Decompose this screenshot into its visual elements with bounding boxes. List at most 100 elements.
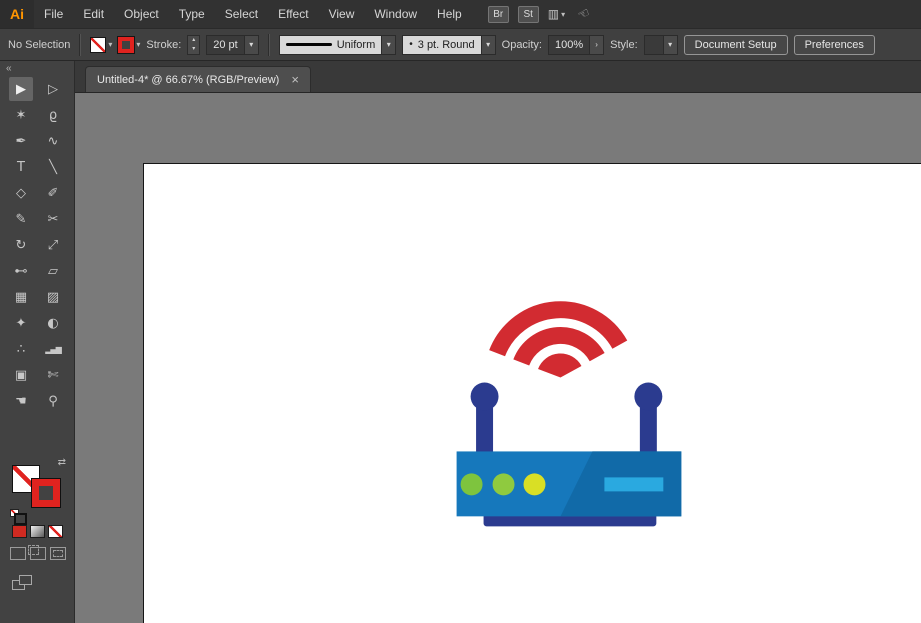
scale-tool[interactable]: ⤢	[41, 233, 65, 257]
document-tab-bar: Untitled-4* @ 66.67% (RGB/Preview) ×	[75, 61, 921, 93]
tools-grid: ▶ ▷ ✶ ϱ ✒ ∿ T ╲ ◇ ✐ ✎ ✂ ↻ ⤢ ⊷ ▱ ▦ ▨ ✦ ◐	[0, 77, 74, 413]
color-type-buttons	[12, 525, 74, 538]
stepper-up-icon: ▴	[192, 36, 196, 43]
none-button[interactable]	[48, 525, 63, 538]
menu-view[interactable]: View	[319, 0, 365, 28]
pencil-tool[interactable]: ✎	[9, 207, 33, 231]
column-graph-tool[interactable]: ▂▄▆	[41, 337, 65, 361]
eyedropper-tool[interactable]: ✦	[9, 311, 33, 335]
canvas-pasteboard[interactable]	[75, 93, 921, 623]
chevron-down-icon: ▾	[108, 40, 113, 49]
draw-inside-button[interactable]	[50, 547, 66, 560]
fill-color-dropdown[interactable]: ▾	[90, 36, 113, 53]
preferences-button[interactable]: Preferences	[793, 34, 875, 55]
divider	[79, 33, 82, 56]
menu-window[interactable]: Window	[364, 0, 427, 28]
led-3[interactable]	[523, 473, 546, 496]
display-bar[interactable]	[604, 477, 664, 492]
style-label: Style:	[610, 38, 638, 51]
illustrator-window: Ai File Edit Object Type Select Effect V…	[0, 0, 921, 623]
stock-button[interactable]: St	[517, 5, 539, 23]
menu-effect[interactable]: Effect	[268, 0, 318, 28]
lasso-tool[interactable]: ϱ	[41, 103, 65, 127]
document-tab-title: Untitled-4* @ 66.67% (RGB/Preview)	[97, 73, 280, 86]
artboard-tool[interactable]: ▣	[9, 363, 33, 387]
chevron-down-icon: ▾	[243, 35, 258, 54]
close-icon[interactable]: ×	[291, 73, 299, 86]
stroke-weight-stepper[interactable]: ▴ ▾	[187, 34, 201, 55]
type-tool[interactable]: T	[9, 155, 33, 179]
control-bar: No Selection ▾ ▾ Stroke: ▴ ▾ 20 pt ▾ Uni…	[0, 28, 921, 61]
menu-bar: Ai File Edit Object Type Select Effect V…	[0, 0, 921, 28]
chevron-down-icon: ▾	[381, 35, 396, 54]
style-dropdown[interactable]: ▾	[643, 34, 678, 55]
menu-select[interactable]: Select	[215, 0, 268, 28]
free-transform-tool[interactable]: ▱	[41, 259, 65, 283]
blend-tool[interactable]: ◐	[41, 311, 65, 335]
stroke-red-swatch	[117, 35, 136, 54]
selection-status: No Selection	[8, 38, 71, 51]
mesh-tool[interactable]: ▦	[9, 285, 33, 309]
stroke-label: Stroke:	[146, 38, 182, 51]
panel-collapse-button[interactable]: «	[0, 61, 74, 77]
opacity-label: Opacity:	[501, 38, 542, 51]
draw-normal-button[interactable]	[10, 547, 26, 560]
line-segment-tool[interactable]: ╲	[41, 155, 65, 179]
menu-type[interactable]: Type	[169, 0, 215, 28]
wifi-signal[interactable]	[489, 301, 628, 382]
gradient-button[interactable]	[30, 525, 45, 538]
menu-object[interactable]: Object	[114, 0, 169, 28]
width-tool[interactable]: ⊷	[9, 259, 33, 283]
pen-tool[interactable]: ✒	[9, 129, 33, 153]
brush-value: 3 pt. Round	[417, 38, 475, 51]
wifi-inner-dot[interactable]	[537, 352, 582, 379]
antenna-left-top[interactable]	[470, 382, 499, 411]
swap-fill-stroke-icon[interactable]: ⇄	[58, 457, 66, 468]
opacity-value: 100%	[549, 35, 590, 54]
antenna-right-top[interactable]	[634, 382, 663, 411]
hand-tool[interactable]: ☚	[9, 389, 33, 413]
direct-selection-tool[interactable]: ▷	[41, 77, 65, 101]
led-2[interactable]	[492, 473, 515, 496]
menu-help[interactable]: Help	[427, 0, 472, 28]
app-logo: Ai	[0, 0, 34, 28]
opacity-dropdown[interactable]: 100% ›	[548, 34, 605, 55]
draw-behind-button[interactable]	[28, 545, 46, 560]
default-fill-stroke-icon[interactable]	[10, 509, 27, 525]
stroke-indicator-red[interactable]	[31, 478, 61, 508]
chevron-down-icon: ▾	[561, 9, 566, 19]
paintbrush-tool[interactable]: ✐	[41, 181, 65, 205]
stroke-color-dropdown[interactable]: ▾	[117, 35, 140, 54]
wifi-router-artwork[interactable]	[144, 164, 921, 623]
polygon-tool[interactable]: ◇	[9, 181, 33, 205]
artboard[interactable]	[143, 163, 921, 623]
menu-edit[interactable]: Edit	[73, 0, 114, 28]
gradient-tool[interactable]: ▨	[41, 285, 65, 309]
brush-dot-icon: •	[409, 39, 413, 50]
zoom-tool[interactable]: ⚲	[41, 389, 65, 413]
workspace-switcher[interactable]: ▥ ▾	[548, 7, 565, 21]
rotate-tool[interactable]: ↻	[9, 233, 33, 257]
led-1[interactable]	[460, 473, 483, 496]
document-setup-button[interactable]: Document Setup	[683, 34, 788, 55]
screen-mode-button[interactable]	[12, 575, 34, 591]
drawing-mode-buttons	[10, 545, 74, 560]
symbol-sprayer-tool[interactable]: ∴	[9, 337, 33, 361]
document-tab[interactable]: Untitled-4* @ 66.67% (RGB/Preview) ×	[85, 66, 311, 92]
stroke-weight-dropdown[interactable]: 20 pt ▾	[206, 34, 259, 55]
workspace-grid-icon: ▥	[547, 7, 560, 21]
scissors-tool[interactable]: ✂	[41, 207, 65, 231]
magic-wand-tool[interactable]: ✶	[9, 103, 33, 127]
menu-file[interactable]: File	[34, 0, 73, 28]
width-profile-dropdown[interactable]: Uniform ▾	[278, 34, 397, 55]
curvature-tool[interactable]: ∿	[41, 129, 65, 153]
brush-dropdown[interactable]: • 3 pt. Round ▾	[402, 34, 496, 55]
slice-tool[interactable]: ✄	[41, 363, 65, 387]
color-button[interactable]	[12, 525, 27, 538]
screen-mode-icon	[19, 575, 32, 585]
tools-panel: « ▶ ▷ ✶ ϱ ✒ ∿ T ╲ ◇ ✐ ✎ ✂ ↻ ⤢ ⊷ ▱ ▦ ▨ ✦	[0, 61, 75, 623]
hand-gesture-icon[interactable]: ☜	[575, 4, 592, 23]
stepper-down-icon: ▾	[192, 45, 196, 52]
selection-tool[interactable]: ▶	[9, 77, 33, 101]
bridge-button[interactable]: Br	[487, 5, 509, 23]
